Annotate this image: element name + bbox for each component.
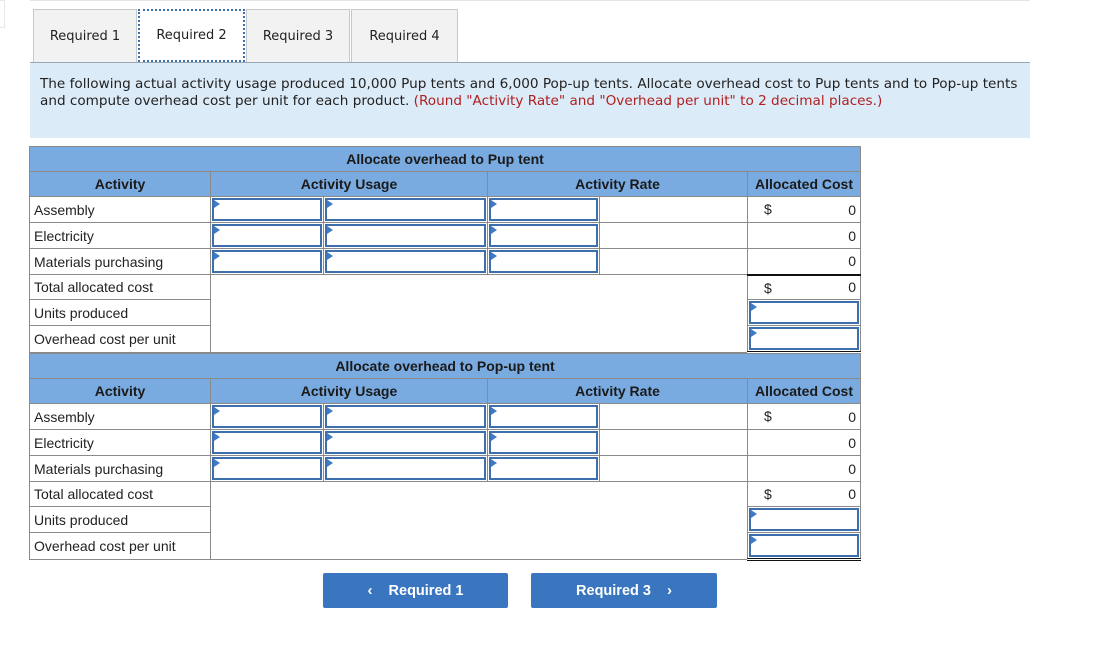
usage-input-b[interactable] <box>323 403 488 430</box>
total-label: Total allocated cost <box>29 481 211 507</box>
col-header-activity: Activity <box>29 378 211 404</box>
table-row: Electricity 0 <box>29 429 861 456</box>
col-header-usage: Activity Usage <box>210 378 488 404</box>
allocated-cost: 0 <box>747 455 861 482</box>
table-row: Materials purchasing 0 <box>29 248 861 275</box>
usage-input-b[interactable] <box>323 248 488 275</box>
currency-symbol: $ <box>764 201 772 217</box>
col-header-usage: Activity Usage <box>210 171 488 197</box>
prev-required-1-button[interactable]: ‹ Required 1 <box>323 573 508 608</box>
activity-label: Electricity <box>29 222 211 249</box>
popup-tent-allocation-table: Allocate overhead to Pop-up tent Activit… <box>29 353 861 561</box>
rate-input[interactable] <box>487 455 600 482</box>
total-label: Total allocated cost <box>29 274 211 300</box>
question-prompt: The following actual activity usage prod… <box>30 62 1030 138</box>
rate-input[interactable] <box>487 429 600 456</box>
overhead-per-unit-input[interactable] <box>747 325 861 354</box>
activity-label: Assembly <box>29 196 211 223</box>
col-header-rate: Activity Rate <box>487 378 748 404</box>
activity-label: Electricity <box>29 429 211 456</box>
tab-required-3[interactable]: Required 3 <box>246 9 350 62</box>
currency-symbol: $ <box>764 486 772 502</box>
allocated-cost: 0 <box>747 248 861 275</box>
usage-input-b[interactable] <box>323 196 488 223</box>
total-allocated-cost: $0 <box>747 273 861 300</box>
allocated-cost: $0 <box>747 403 861 430</box>
usage-input-b[interactable] <box>323 455 488 482</box>
table-row: Materials purchasing 0 <box>29 455 861 482</box>
usage-input-a[interactable] <box>210 403 324 430</box>
allocated-cost: 0 <box>747 429 861 456</box>
left-edge-marker <box>0 0 5 28</box>
allocated-cost: 0 <box>747 222 861 249</box>
top-divider <box>30 0 1030 1</box>
allocated-cost: $0 <box>747 196 861 223</box>
rate-input[interactable] <box>487 222 600 249</box>
next-required-3-button[interactable]: Required 3 › <box>531 573 717 608</box>
units-label: Units produced <box>29 299 211 326</box>
activity-label: Materials purchasing <box>29 455 211 482</box>
currency-symbol: $ <box>764 408 772 424</box>
pup-tent-allocation-table: Allocate overhead to Pup tent Activity A… <box>29 146 861 354</box>
tab-bar: Required 1 Required 2 Required 3 Require… <box>33 9 459 62</box>
chevron-right-icon: › <box>666 582 672 599</box>
total-allocated-cost: $0 <box>747 481 861 507</box>
units-label: Units produced <box>29 506 211 533</box>
usage-input-b[interactable] <box>323 429 488 456</box>
tab-required-1[interactable]: Required 1 <box>33 9 137 62</box>
activity-label: Assembly <box>29 403 211 430</box>
prev-button-label: Required 1 <box>388 582 464 599</box>
usage-input-b[interactable] <box>323 222 488 249</box>
table-title: Allocate overhead to Pop-up tent <box>29 353 861 379</box>
chevron-left-icon: ‹ <box>367 582 373 599</box>
overhead-per-unit-input[interactable] <box>747 532 861 561</box>
total-row: Total allocated cost $0 <box>29 273 861 353</box>
rate-input[interactable] <box>487 403 600 430</box>
total-row: Total allocated cost $0 <box>29 481 861 560</box>
units-produced-input[interactable] <box>747 506 861 533</box>
rate-input[interactable] <box>487 196 600 223</box>
table-row: Assembly $0 <box>29 196 861 223</box>
col-header-cost: Allocated Cost <box>747 171 861 197</box>
next-button-label: Required 3 <box>576 582 651 599</box>
usage-input-a[interactable] <box>210 248 324 275</box>
per-unit-label: Overhead cost per unit <box>29 325 211 353</box>
rate-input[interactable] <box>487 248 600 275</box>
currency-symbol: $ <box>764 279 772 296</box>
table-title: Allocate overhead to Pup tent <box>29 146 861 172</box>
tab-required-4[interactable]: Required 4 <box>351 9 458 62</box>
units-produced-input[interactable] <box>747 299 861 326</box>
rounding-instruction: (Round "Activity Rate" and "Overhead per… <box>413 93 883 109</box>
activity-label: Materials purchasing <box>29 248 211 275</box>
col-header-cost: Allocated Cost <box>747 378 861 404</box>
table-row: Electricity 0 <box>29 222 861 249</box>
per-unit-label: Overhead cost per unit <box>29 532 211 560</box>
col-header-rate: Activity Rate <box>487 171 748 197</box>
usage-input-a[interactable] <box>210 222 324 249</box>
usage-input-a[interactable] <box>210 429 324 456</box>
tab-required-2[interactable]: Required 2 <box>138 9 245 62</box>
table-row: Assembly $0 <box>29 403 861 430</box>
usage-input-a[interactable] <box>210 196 324 223</box>
col-header-activity: Activity <box>29 171 211 197</box>
usage-input-a[interactable] <box>210 455 324 482</box>
